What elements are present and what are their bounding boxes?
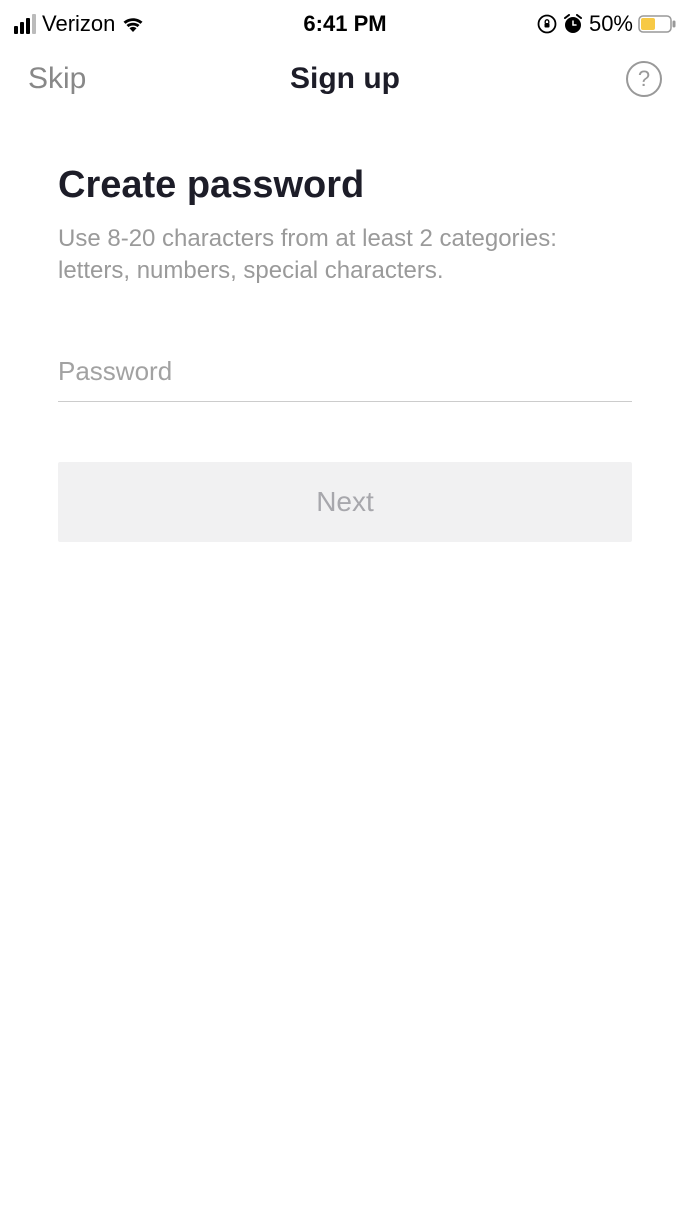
cellular-signal-icon: [14, 14, 36, 34]
status-right: 50%: [537, 11, 676, 37]
main-content: Create password Use 8-20 characters from…: [0, 114, 690, 542]
alarm-icon: [562, 14, 584, 34]
heading: Create password: [58, 164, 632, 207]
status-time: 6:41 PM: [303, 11, 386, 37]
password-input[interactable]: [58, 348, 632, 402]
status-left: Verizon: [14, 11, 145, 37]
page-title: Sign up: [290, 62, 400, 96]
carrier-label: Verizon: [42, 11, 115, 37]
next-button[interactable]: Next: [58, 462, 632, 542]
status-bar: Verizon 6:41 PM 5: [0, 0, 690, 44]
help-button[interactable]: ?: [626, 61, 662, 97]
battery-percentage: 50%: [589, 11, 633, 37]
nav-bar: Skip Sign up ?: [0, 44, 690, 114]
wifi-icon: [121, 15, 145, 33]
subheading: Use 8-20 characters from at least 2 cate…: [58, 223, 632, 288]
battery-icon: [638, 15, 676, 33]
rotation-lock-icon: [537, 14, 557, 34]
help-icon: ?: [638, 66, 650, 92]
skip-button[interactable]: Skip: [28, 62, 86, 96]
